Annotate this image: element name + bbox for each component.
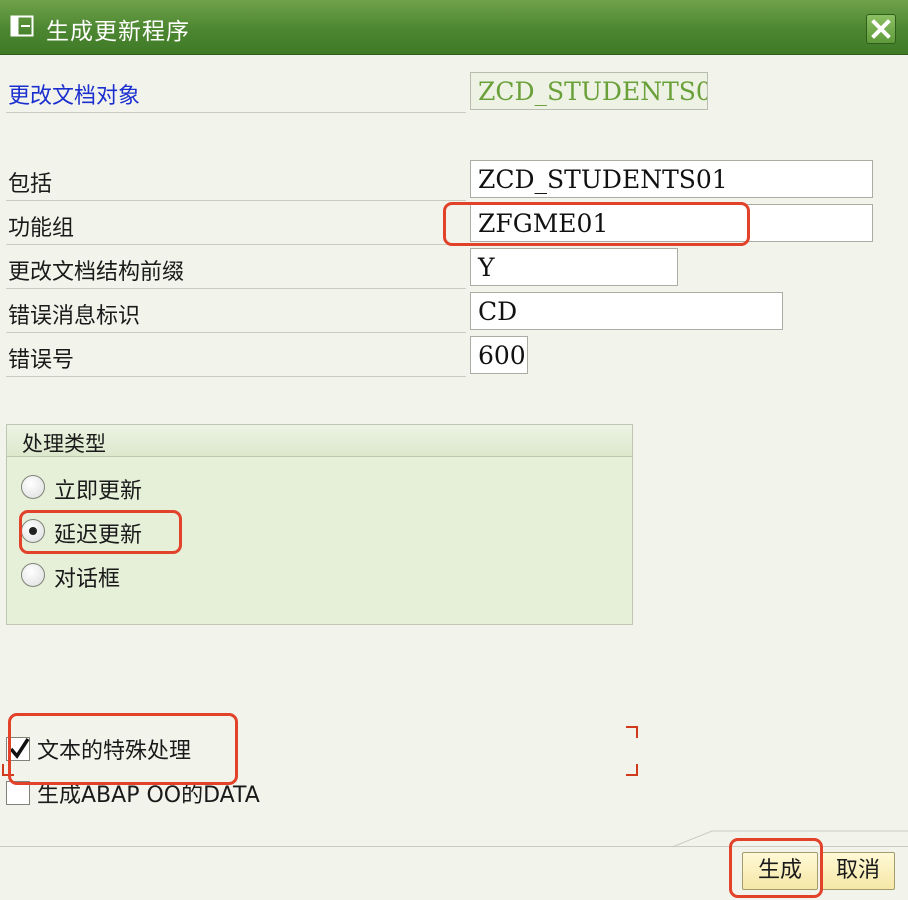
package-label: 包括 <box>8 172 53 197</box>
special-text-label: 文本的特殊处理 <box>37 739 192 764</box>
radio-label: 对话框 <box>54 567 121 592</box>
struct-prefix-field[interactable]: Y <box>470 248 678 286</box>
message-id-row: 错误消息标识 <box>6 290 466 333</box>
radio-button[interactable] <box>21 519 45 543</box>
processing-type-group: 处理类型 立即更新 延迟更新 对话框 <box>6 424 633 625</box>
focus-corner <box>626 726 638 738</box>
abap-oo-checkbox[interactable] <box>6 781 30 805</box>
radio-button[interactable] <box>21 563 45 587</box>
change-doc-object-label[interactable]: 更改文档对象 <box>8 78 140 110</box>
window-icon <box>10 14 36 38</box>
message-no-label: 错误号 <box>8 348 75 373</box>
close-button[interactable] <box>866 14 896 44</box>
radio-selected-dot <box>29 527 37 535</box>
title-bar: 生成更新程序 <box>0 0 908 55</box>
radio-button[interactable] <box>21 475 45 499</box>
message-no-field[interactable]: 600 <box>470 336 528 374</box>
group-title: 处理类型 <box>22 432 106 456</box>
footer-tab-shape <box>672 830 908 848</box>
message-id-field[interactable]: CD <box>470 292 783 330</box>
package-field[interactable]: ZCD_STUDENTS01 <box>470 160 873 198</box>
checkmark-icon <box>9 738 30 759</box>
change-doc-object-row: 更改文档对象 <box>6 70 466 113</box>
abap-oo-label: 生成ABAP OO的DATA <box>37 783 260 808</box>
function-group-field[interactable]: ZFGME01 <box>470 204 873 242</box>
message-id-label: 错误消息标识 <box>8 304 141 329</box>
struct-prefix-row: 更改文档结构前缀 <box>6 246 466 289</box>
function-group-row: 功能组 <box>6 202 466 245</box>
package-row: 包括 <box>6 158 466 201</box>
cancel-button[interactable]: 取消 <box>821 852 895 890</box>
generate-button[interactable]: 生成 <box>742 852 818 890</box>
function-group-label: 功能组 <box>8 216 75 241</box>
focus-corner <box>626 764 638 776</box>
special-text-checkbox[interactable] <box>6 737 30 761</box>
close-icon <box>871 19 891 39</box>
radio-label: 立即更新 <box>54 479 143 504</box>
window-title: 生成更新程序 <box>46 19 190 45</box>
struct-prefix-label: 更改文档结构前缀 <box>8 260 185 285</box>
group-header: 处理类型 <box>7 425 632 457</box>
message-no-row: 错误号 <box>6 334 466 377</box>
radio-label: 延迟更新 <box>54 523 143 548</box>
focus-corner <box>2 764 14 776</box>
change-doc-object-field: ZCD_STUDENTS01 <box>470 72 708 110</box>
